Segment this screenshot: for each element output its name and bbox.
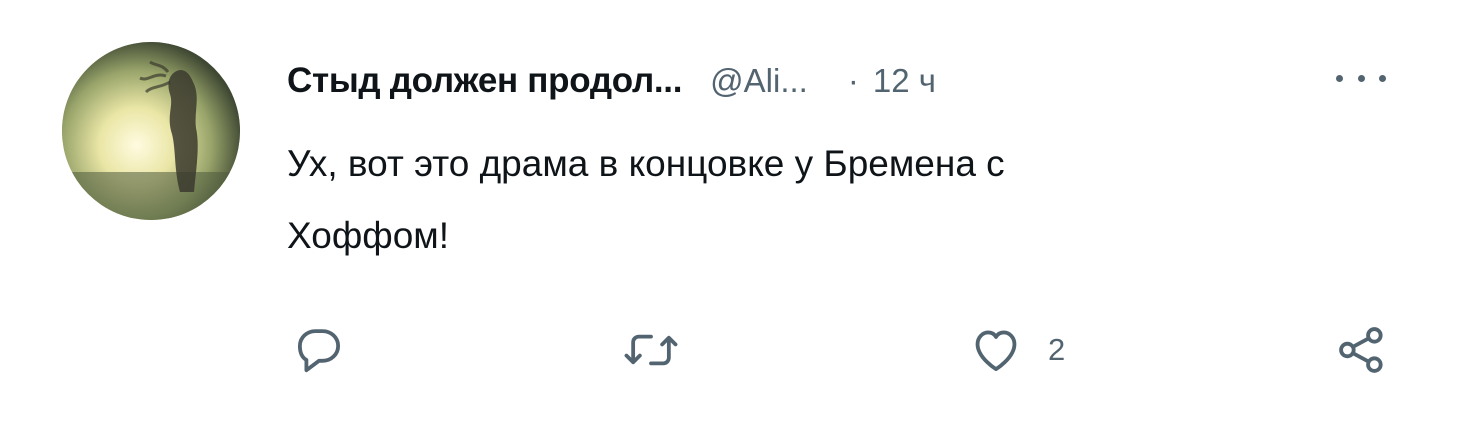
- reply-button[interactable]: [292, 318, 346, 382]
- user-handle[interactable]: @Ali...: [710, 62, 808, 100]
- tweet-header: Стыд должен продол... @Ali... · 12 ч: [287, 56, 936, 106]
- more-dot: [1357, 74, 1365, 82]
- tweet-text-line: Хоффом!: [287, 215, 450, 256]
- retweet-icon: [624, 334, 678, 366]
- timestamp[interactable]: 12 ч: [873, 62, 936, 100]
- avatar[interactable]: [62, 42, 240, 220]
- tweet[interactable]: Стыд должен продол... @Ali... · 12 ч Ух,…: [0, 0, 1460, 423]
- more-dot: [1379, 74, 1386, 82]
- display-name[interactable]: Стыд должен продол...: [287, 61, 682, 101]
- tweet-text: Ух, вот это драма в концовке у Бремена с…: [287, 128, 1407, 272]
- like-count: 2: [1048, 332, 1066, 367]
- share-button[interactable]: [1334, 318, 1390, 382]
- tweet-text-line: Ух, вот это драма в концовке у Бремена с: [287, 143, 1005, 184]
- avatar-image: [62, 42, 240, 220]
- more-dot: [1336, 74, 1343, 82]
- share-icon: [1339, 327, 1383, 373]
- reply-icon: [297, 329, 341, 373]
- retweet-button[interactable]: [622, 318, 680, 382]
- action-bar: 2: [0, 318, 1460, 382]
- separator-dot: ·: [847, 62, 859, 99]
- heart-icon: [975, 330, 1017, 372]
- more-icon[interactable]: [1336, 66, 1386, 90]
- like-button[interactable]: 2: [968, 318, 1065, 382]
